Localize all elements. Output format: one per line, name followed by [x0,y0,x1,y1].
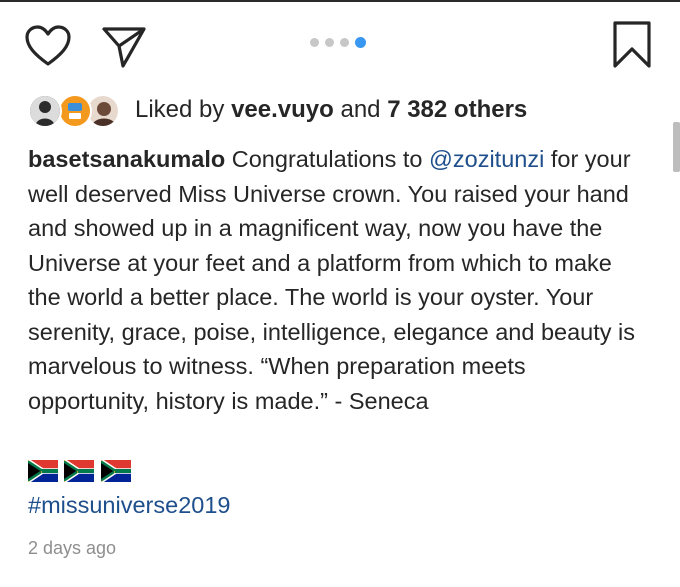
save-button[interactable] [612,20,652,70]
caption-text-after: for your well deserved Miss Universe cro… [28,146,636,414]
paper-plane-icon [102,27,146,68]
liked-by-middle: and [333,96,388,123]
carousel-dot [310,38,319,47]
bookmark-icon [613,21,651,68]
hashtag-link[interactable]: #missuniverse2019 [28,490,230,520]
avatar[interactable] [58,94,92,128]
carousel-dot [340,38,349,47]
likes-count[interactable]: 7 382 others [387,96,527,123]
post-timestamp[interactable]: 2 days ago [28,537,116,559]
caption-mention-link[interactable]: @zozitunzi [429,146,544,172]
liked-by-username[interactable]: vee.vuyo [231,96,334,123]
share-button[interactable] [100,24,148,70]
like-button[interactable] [24,24,72,68]
south-africa-flag-icon [100,460,131,482]
post-caption: basetsanakumalo Congratulations to @zozi… [28,142,648,418]
avatar[interactable] [28,94,62,128]
caption-username[interactable]: basetsanakumalo [28,146,225,172]
carousel-dot-active [355,37,366,48]
liked-by-text: Liked by vee.vuyo and 7 382 others [135,96,527,124]
carousel-dot [325,38,334,47]
liked-by-prefix: Liked by [135,96,232,123]
heart-icon [25,25,71,66]
scrollbar[interactable] [673,122,680,172]
top-divider [0,0,680,2]
flag-emojis [28,460,133,484]
liked-by-row[interactable]: Liked by vee.vuyo and 7 382 others [28,92,628,132]
caption-text-before: Congratulations to [225,146,430,172]
south-africa-flag-icon [28,460,58,482]
south-africa-flag-icon [64,460,95,482]
